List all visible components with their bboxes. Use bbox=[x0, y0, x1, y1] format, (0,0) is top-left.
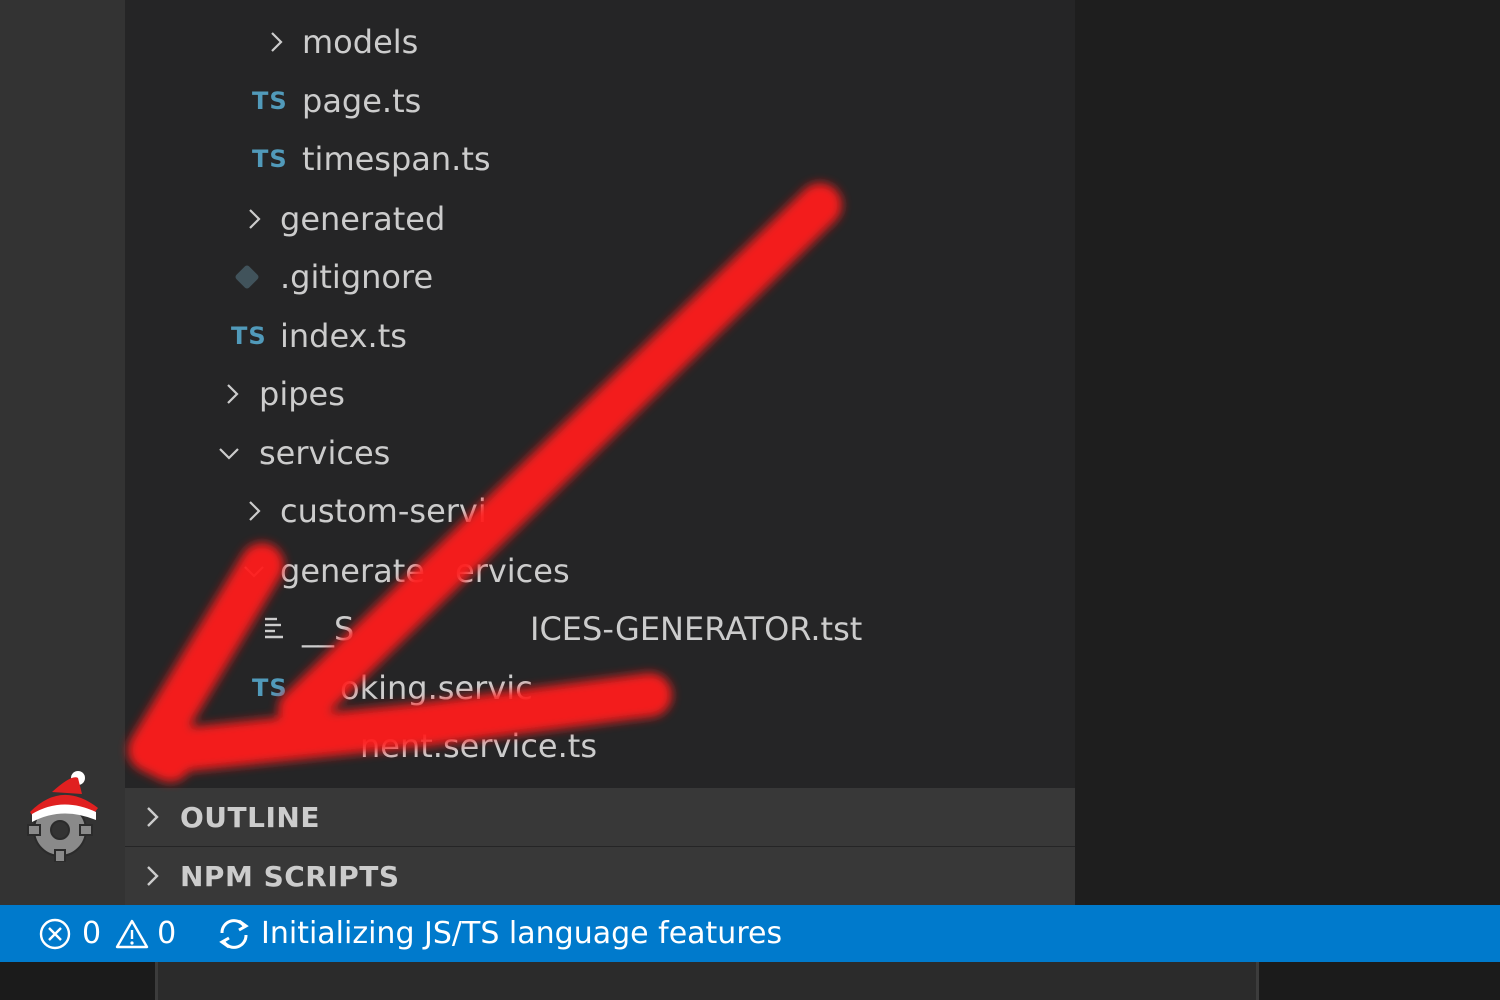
taskbar-search-field[interactable] bbox=[155, 962, 1259, 1000]
tree-item-label: __S bbox=[302, 610, 355, 648]
tree-item-booking-service-ts[interactable]: TS oking.servic bbox=[125, 659, 1075, 717]
tree-item-label: pipes bbox=[259, 375, 345, 413]
chevron-right-icon bbox=[147, 807, 159, 827]
tree-item-index-ts[interactable]: TS index.ts bbox=[125, 307, 1075, 365]
tree-item-services-generator-tst[interactable]: __S ICES-GENERATOR.tst bbox=[125, 600, 1075, 658]
warning-icon bbox=[115, 919, 149, 948]
problems-indicator[interactable]: 0 0 bbox=[38, 916, 176, 951]
explorer-tree: models TS page.ts TS timespan.ts generat… bbox=[125, 0, 1075, 785]
section-title: NPM SCRIPTS bbox=[180, 859, 400, 893]
language-status-item[interactable]: Initializing JS/TS language features bbox=[215, 915, 782, 953]
typescript-file-icon: TS bbox=[231, 322, 267, 350]
tree-item-services[interactable]: services bbox=[125, 424, 1075, 482]
chevron-down-icon bbox=[244, 566, 264, 578]
chevron-right-icon bbox=[147, 866, 159, 886]
tree-item-label: page.ts bbox=[302, 82, 422, 120]
tree-item-timespan-ts[interactable]: TS timespan.ts bbox=[125, 130, 1075, 188]
manage-gear-icon[interactable] bbox=[22, 770, 102, 863]
typescript-file-icon: TS bbox=[252, 674, 288, 702]
chevron-right-icon bbox=[227, 384, 239, 404]
sync-icon bbox=[219, 918, 249, 949]
taskbar bbox=[0, 962, 1500, 1000]
tree-item-models[interactable]: models bbox=[125, 13, 1075, 71]
chevron-right-icon bbox=[249, 501, 261, 521]
outline-section-header[interactable]: OUTLINE bbox=[125, 788, 1075, 846]
tree-item-label: models bbox=[302, 23, 419, 61]
tree-item-label: index.ts bbox=[280, 317, 407, 355]
error-count: 0 bbox=[82, 916, 102, 951]
tree-item-label: oking.servic bbox=[340, 669, 533, 707]
tree-item-pipes[interactable]: pipes bbox=[125, 365, 1075, 423]
status-bar: 0 0 Initializing JS/TS language features bbox=[0, 905, 1500, 962]
tree-item-gitignore[interactable]: .gitignore bbox=[125, 248, 1075, 306]
git-file-icon bbox=[234, 264, 260, 290]
tree-item-generated[interactable]: generated bbox=[125, 190, 1075, 248]
activity-bar bbox=[0, 0, 125, 905]
tree-item-label: custom-servi bbox=[280, 492, 487, 530]
tree-item-label-fragment: ICES-GENERATOR.tst bbox=[530, 610, 863, 648]
tree-item-label: timespan.ts bbox=[302, 140, 491, 178]
typescript-file-icon: TS bbox=[252, 145, 288, 173]
tree-item-label: generated bbox=[280, 200, 446, 238]
explorer-sidebar: models TS page.ts TS timespan.ts generat… bbox=[125, 0, 1075, 905]
tree-item-label: services bbox=[259, 434, 391, 472]
tree-item-label-fragment: ervices bbox=[455, 552, 570, 590]
typescript-file-icon: TS bbox=[252, 87, 288, 115]
error-icon bbox=[39, 918, 71, 949]
tree-item-label: generate bbox=[280, 552, 425, 590]
template-file-icon bbox=[265, 617, 283, 639]
chevron-down-icon bbox=[219, 448, 239, 460]
section-title: OUTLINE bbox=[180, 800, 320, 834]
tree-item-custom-services[interactable]: custom-servi bbox=[125, 482, 1075, 540]
tree-item-page-ts[interactable]: TS page.ts bbox=[125, 72, 1075, 130]
tree-item-assignment-service-ts[interactable]: nent.service.ts bbox=[125, 717, 1075, 775]
npm-scripts-section-header[interactable]: NPM SCRIPTS bbox=[125, 847, 1075, 905]
status-message: Initializing JS/TS language features bbox=[261, 916, 783, 951]
tree-item-generated-services[interactable]: generate ervices bbox=[125, 542, 1075, 600]
tree-item-label: .gitignore bbox=[280, 258, 434, 296]
warning-count: 0 bbox=[157, 916, 177, 951]
tree-item-label: nent.service.ts bbox=[360, 727, 597, 765]
chevron-right-icon bbox=[249, 209, 261, 229]
chevron-right-icon bbox=[271, 32, 283, 52]
